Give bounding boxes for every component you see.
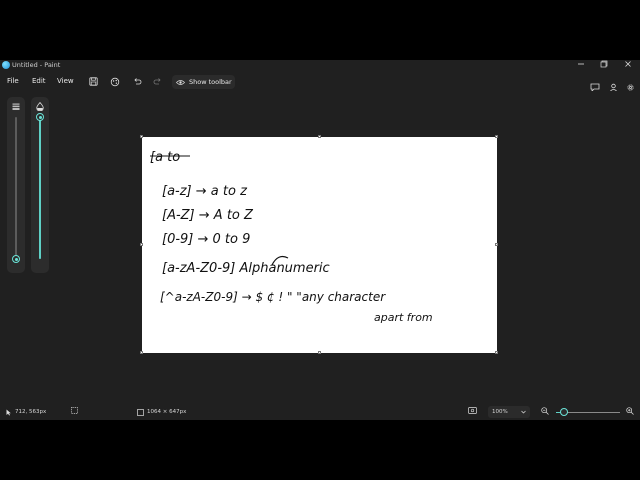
canvas-size-icon — [137, 408, 144, 416]
zoom-level-value: 100% — [492, 409, 508, 415]
note-line-2: [a-z] → a to z — [162, 184, 248, 199]
handwritten-notes: [a to [a-z] → a to z [A-Z] → A to Z [0-9… — [150, 150, 433, 324]
menu-file[interactable]: File — [7, 76, 19, 87]
undo-icon — [133, 78, 141, 85]
resize-handle-top[interactable] — [318, 135, 321, 138]
copilot-button[interactable] — [108, 75, 122, 88]
brush-size-track[interactable] — [15, 117, 17, 259]
resize-handle-bottom-right[interactable] — [495, 351, 498, 354]
minimize-button[interactable] — [569, 60, 593, 71]
zoom-level-dropdown[interactable]: 100% — [488, 406, 530, 418]
zoom-slider-thumb[interactable] — [560, 408, 569, 416]
brush-size-panel — [7, 97, 25, 273]
brush-size-icon — [12, 103, 20, 110]
brush-size-thumb[interactable] — [12, 255, 20, 263]
show-toolbar-label: Show toolbar — [189, 78, 232, 86]
fit-to-window-button[interactable] — [468, 407, 477, 414]
note-line-7: apart from — [374, 311, 433, 324]
menu-edit[interactable]: Edit — [32, 76, 46, 87]
note-line-4: [0-9] → 0 to 9 — [162, 232, 250, 247]
close-icon — [625, 61, 631, 67]
note-line-6: [^a-zA-Z0-9] → $ ¢ ! " "any character — [160, 290, 386, 304]
save-icon — [88, 77, 98, 86]
zoom-out-icon — [541, 407, 549, 415]
maximize-button[interactable] — [592, 60, 616, 71]
menu-bar: File Edit View Show toolbar — [0, 72, 640, 92]
selection-size — [71, 407, 78, 414]
note-line-3: [A-Z] → A to Z — [162, 208, 254, 223]
minimize-icon — [578, 63, 584, 65]
redo-icon — [153, 78, 161, 85]
opacity-fill — [39, 117, 41, 259]
selection-icon — [71, 407, 78, 414]
redo-button[interactable] — [150, 75, 164, 88]
save-button[interactable] — [86, 75, 100, 88]
chevron-down-icon — [521, 410, 526, 414]
canvas-size-value: 1064 × 647px — [147, 409, 187, 415]
resize-handle-top-right[interactable] — [495, 135, 498, 138]
resize-handle-top-left[interactable] — [140, 135, 143, 138]
canvas-size: 1064 × 647px — [137, 407, 186, 417]
paint-app-icon — [2, 61, 10, 69]
maximize-icon — [600, 60, 608, 68]
cursor-position-value: 712, 563px — [15, 409, 47, 415]
resize-handle-left[interactable] — [140, 243, 143, 246]
show-toolbar-button[interactable]: Show toolbar — [172, 75, 235, 89]
note-line-5: [a-zA-Z0-9] Alphanumeric — [162, 261, 330, 276]
opacity-panel — [31, 97, 49, 273]
resize-handle-right[interactable] — [495, 243, 498, 246]
resize-handle-bottom-left[interactable] — [140, 351, 143, 354]
eye-icon — [176, 79, 185, 85]
palette-icon — [110, 77, 120, 86]
close-button[interactable] — [616, 60, 640, 71]
zoom-in-button[interactable] — [626, 407, 634, 415]
opacity-thumb[interactable] — [36, 113, 44, 121]
pointer-icon — [6, 409, 11, 415]
resize-handle-bottom[interactable] — [318, 351, 321, 354]
zoom-out-button[interactable] — [541, 407, 549, 415]
zoom-in-icon — [626, 407, 634, 415]
window-title: Untitled - Paint — [12, 61, 61, 69]
drawing-canvas[interactable]: [a to [a-z] → a to z [A-Z] → A to Z [0-9… — [140, 135, 498, 354]
opacity-drop-icon — [36, 102, 44, 111]
note-line-1: [a to — [150, 150, 180, 165]
cursor-position: 712, 563px — [6, 407, 46, 417]
title-bar: Untitled - Paint — [0, 60, 640, 72]
status-bar: 712, 563px 1064 × 647px 100% — [0, 404, 640, 420]
undo-button[interactable] — [130, 75, 144, 88]
menu-view[interactable]: View — [57, 76, 74, 87]
fit-to-window-icon — [468, 407, 477, 414]
